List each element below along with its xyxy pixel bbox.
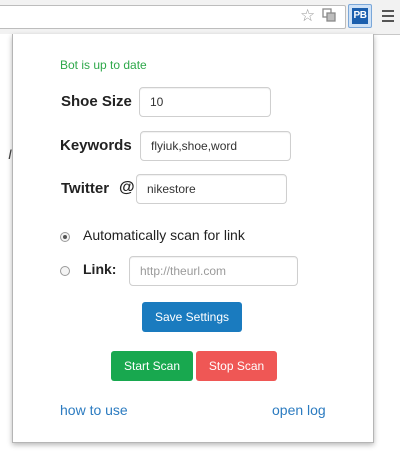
at-symbol: @ (119, 179, 135, 196)
link-radio[interactable] (60, 266, 70, 276)
browser-toolbar: ☆ PB (0, 0, 400, 35)
auto-scan-radio[interactable] (60, 232, 70, 242)
star-icon[interactable]: ☆ (300, 6, 315, 26)
save-settings-button[interactable]: Save Settings (142, 302, 242, 332)
status-text: Bot is up to date (60, 58, 147, 72)
address-bar[interactable] (0, 5, 346, 29)
twitter-input[interactable] (136, 174, 287, 204)
shoe-size-label: Shoe Size (61, 93, 132, 110)
auto-scan-label: Automatically scan for link (83, 227, 245, 243)
menu-icon[interactable] (382, 10, 394, 22)
link-label: Link: (83, 261, 117, 277)
keywords-input[interactable] (140, 131, 291, 161)
extension-popup: Bot is up to date Shoe Size Keywords Twi… (12, 34, 374, 443)
stop-scan-button[interactable]: Stop Scan (196, 351, 277, 381)
shoe-size-input[interactable] (139, 87, 271, 117)
how-to-use-link[interactable]: how to use (60, 402, 128, 418)
extension-pb-button[interactable]: PB (348, 4, 372, 28)
pb-logo: PB (352, 8, 368, 24)
page-background: I (0, 34, 12, 458)
extension-icon[interactable] (322, 8, 336, 22)
twitter-label: Twitter (61, 180, 110, 197)
open-log-link[interactable]: open log (272, 402, 326, 418)
link-input[interactable] (129, 256, 298, 286)
keywords-label: Keywords (60, 137, 132, 154)
start-scan-button[interactable]: Start Scan (111, 351, 193, 381)
